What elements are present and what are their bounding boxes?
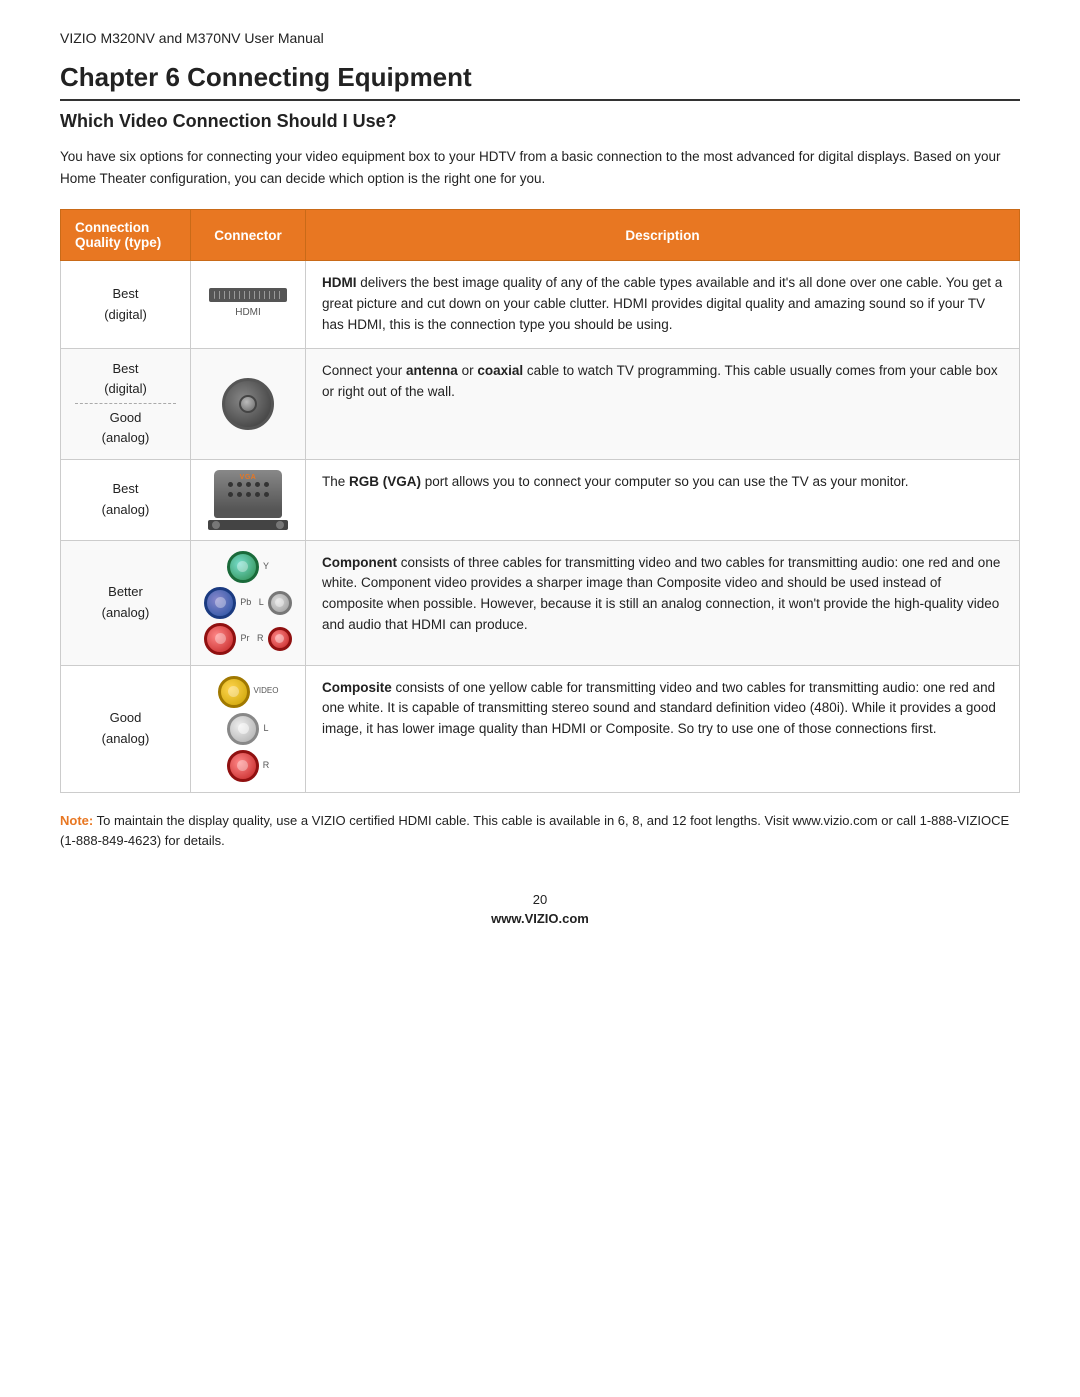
table-row: Best(digital) HDMI HDMI delivers the bes…	[61, 261, 1020, 349]
vga-connector-icon: VGA	[197, 470, 299, 530]
page-footer: 20 www.VIZIO.com	[60, 892, 1020, 926]
composite-connector-icon: VIDEO L R	[197, 676, 299, 782]
connector-cell-coax	[191, 348, 306, 459]
connector-cell-component: Y Pb L	[191, 540, 306, 665]
intro-text: You have six options for connecting your…	[60, 146, 1020, 189]
table-row: Good(analog) VIDEO	[61, 665, 1020, 792]
component-connector-icon: Y Pb L	[197, 551, 299, 655]
coax-connector-icon	[197, 378, 299, 430]
connector-cell-composite: VIDEO L R	[191, 665, 306, 792]
chapter-title: Chapter 6 Connecting Equipment	[60, 62, 1020, 101]
hdmi-connector-icon: HDMI	[208, 288, 288, 321]
description-cell-composite: Composite consists of one yellow cable f…	[306, 665, 1020, 792]
col-header-connector: Connector	[191, 210, 306, 261]
description-cell-hdmi: HDMI delivers the best image quality of …	[306, 261, 1020, 349]
quality-cell-hdmi: Best(digital)	[61, 261, 191, 349]
manual-title: VIZIO M320NV and M370NV User Manual	[60, 30, 324, 46]
table-row: Best(digital) Good(analog) Connect your …	[61, 348, 1020, 459]
connector-cell-hdmi: HDMI	[191, 261, 306, 349]
quality-cell-vga: Best(analog)	[61, 459, 191, 540]
table-row: Best(analog) VGA	[61, 459, 1020, 540]
col-header-description: Description	[306, 210, 1020, 261]
manual-header: VIZIO M320NV and M370NV User Manual	[60, 30, 1020, 46]
table-header-row: ConnectionQuality (type) Connector Descr…	[61, 210, 1020, 261]
table-row: Better(analog) Y	[61, 540, 1020, 665]
connector-cell-vga: VGA	[191, 459, 306, 540]
section-title: Which Video Connection Should I Use?	[60, 111, 1020, 132]
description-cell-vga: The RGB (VGA) port allows you to connect…	[306, 459, 1020, 540]
description-cell-component: Component consists of three cables for t…	[306, 540, 1020, 665]
note-label: Note:	[60, 813, 93, 828]
quality-cell-component: Better(analog)	[61, 540, 191, 665]
quality-cell-composite: Good(analog)	[61, 665, 191, 792]
note-text: Note: To maintain the display quality, u…	[60, 811, 1020, 853]
note-body: To maintain the display quality, use a V…	[60, 813, 1009, 849]
col-header-quality: ConnectionQuality (type)	[61, 210, 191, 261]
page-number: 20	[60, 892, 1020, 907]
connection-table: ConnectionQuality (type) Connector Descr…	[60, 209, 1020, 792]
description-cell-coax: Connect your antenna or coaxial cable to…	[306, 348, 1020, 459]
website-url: www.VIZIO.com	[491, 911, 589, 926]
quality-cell-coax: Best(digital) Good(analog)	[61, 348, 191, 459]
